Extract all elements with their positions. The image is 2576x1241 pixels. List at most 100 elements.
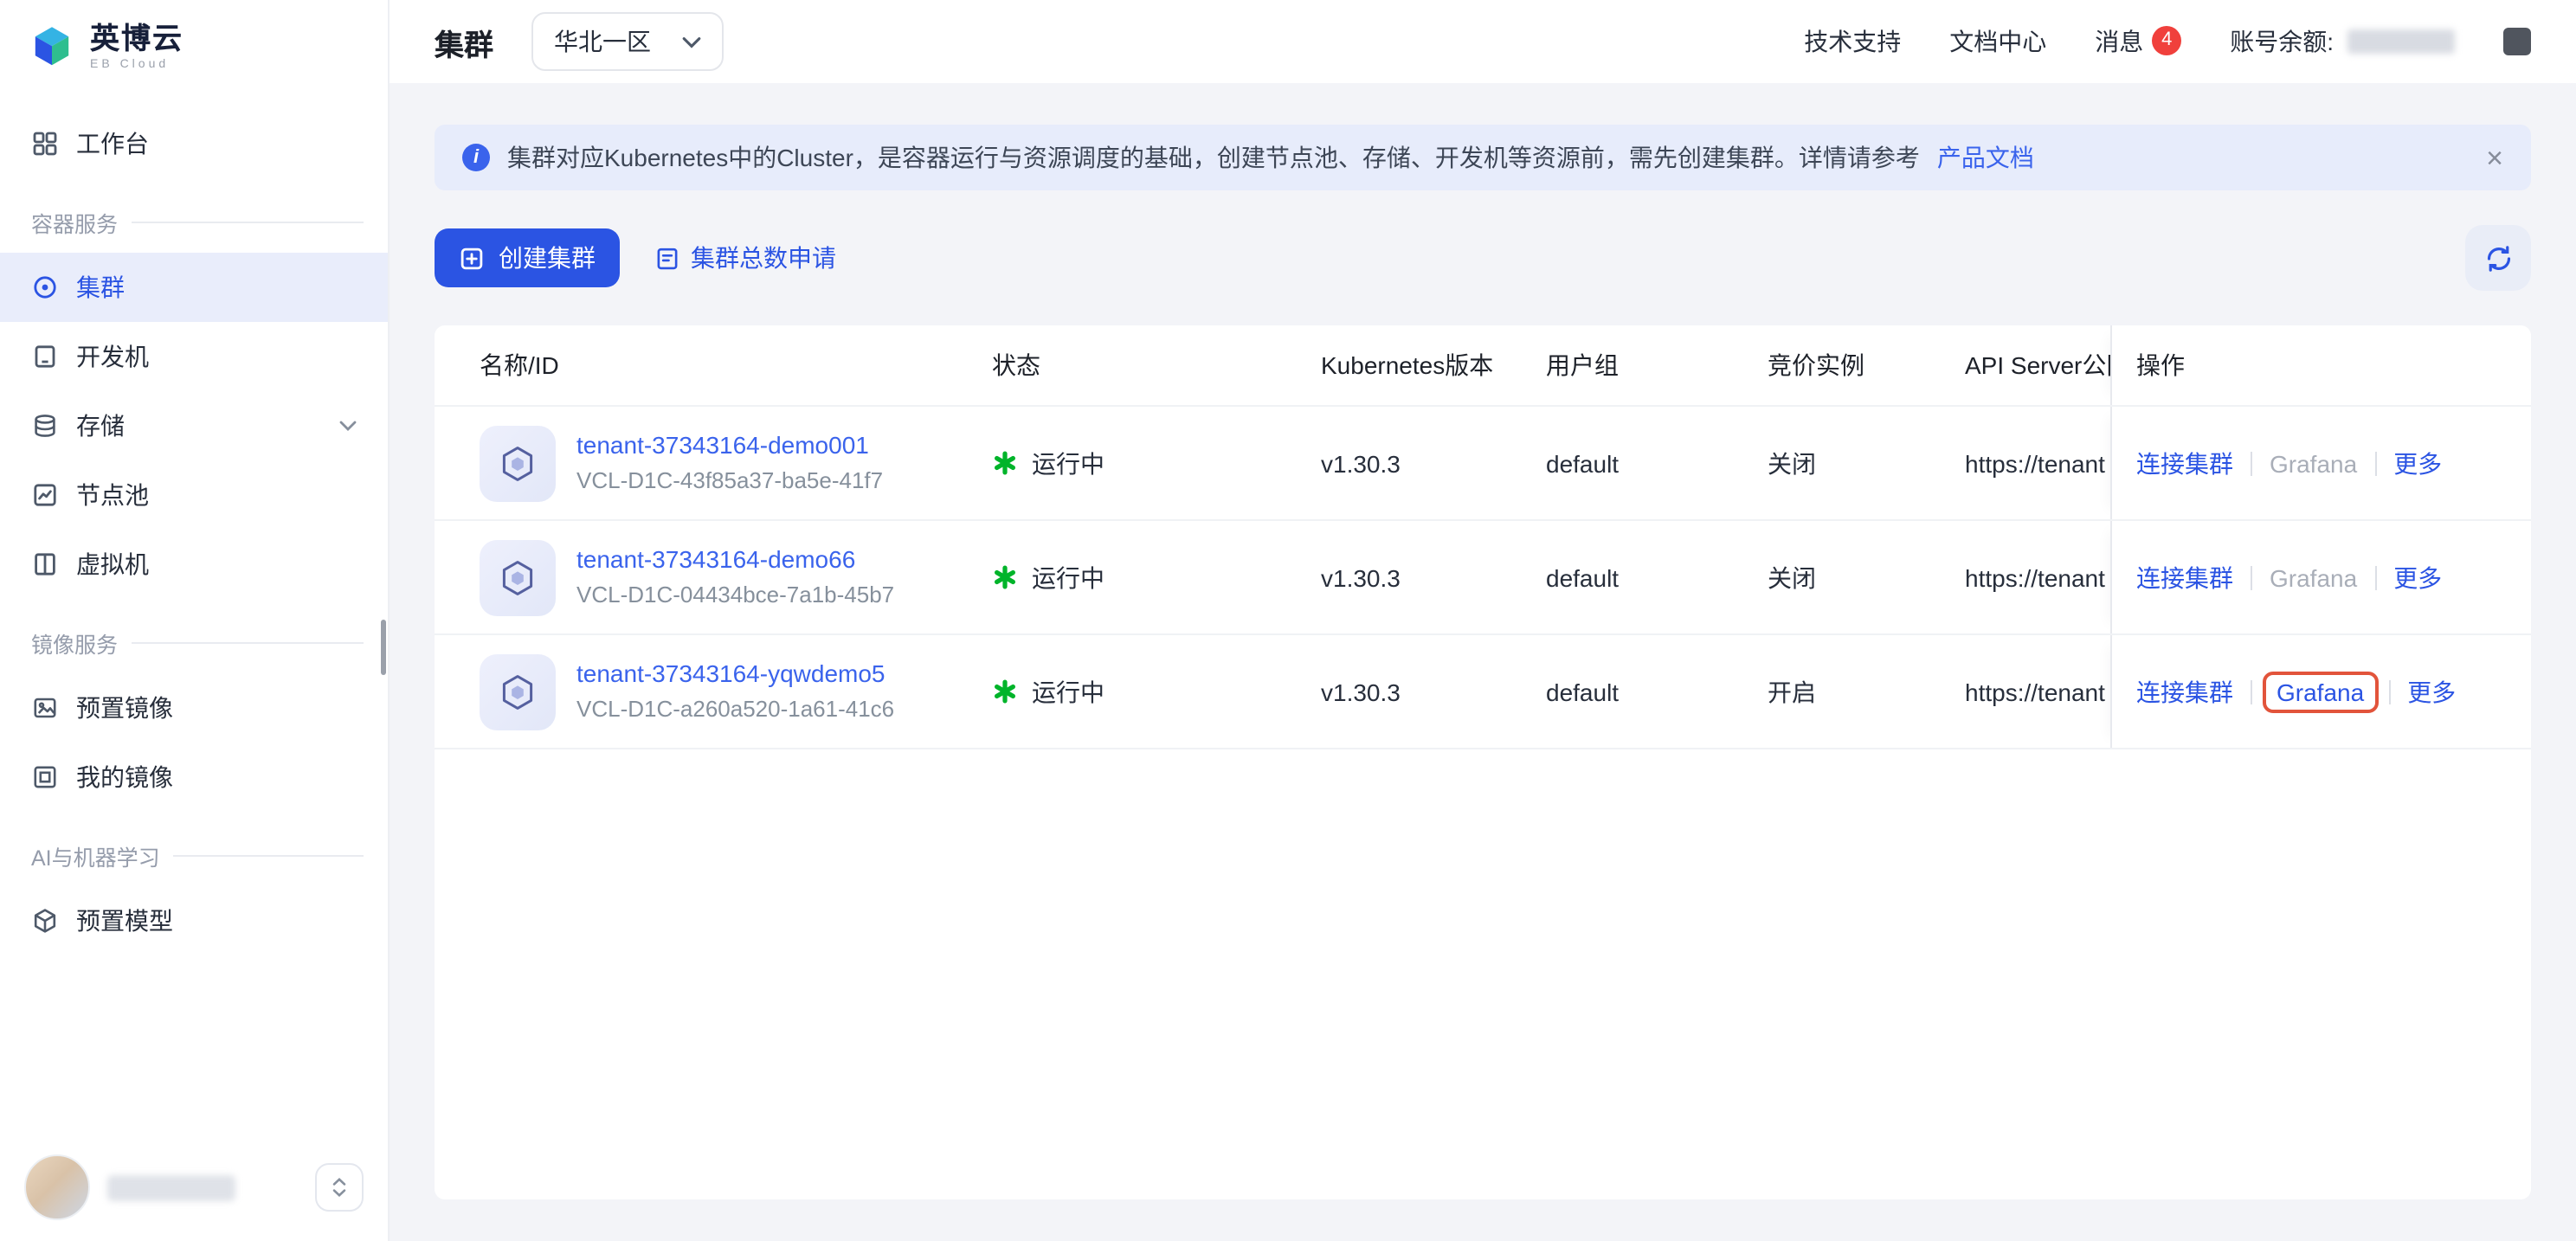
sidebar-item-preset-models[interactable]: 预置模型: [0, 886, 388, 955]
sidebar-item-label: 预置模型: [76, 903, 173, 938]
content: i 集群对应Kubernetes中的Cluster，是容器运行与资源调度的基础，…: [390, 83, 2576, 1241]
app-root: 英博云 EB Cloud 工作台 容器服务: [0, 0, 2576, 1241]
banner-text: 集群对应Kubernetes中的Cluster，是容器运行与资源调度的基础，创建…: [507, 140, 1920, 175]
divider: [2251, 679, 2252, 704]
sidebar-nav: 工作台 容器服务 集群 开发机: [0, 88, 388, 1241]
sidebar-item-label: 开发机: [76, 339, 149, 374]
cluster-table: 名称/ID 状态 Kubernetes版本 用户组 竞价实例 API Serve…: [435, 325, 2531, 1199]
sidebar: 英博云 EB Cloud 工作台 容器服务: [0, 0, 390, 1241]
sidebar-user-area: [0, 1134, 388, 1241]
cluster-id: VCL-D1C-43f85a37-ba5e-41f7: [576, 466, 883, 495]
status-running-icon: [992, 564, 1018, 590]
cluster-name-link[interactable]: tenant-37343164-demo66: [576, 545, 894, 575]
corner-avatar[interactable]: [2503, 28, 2531, 55]
col-header-ops: 操作: [2110, 325, 2531, 405]
col-header-version: Kubernetes版本: [1321, 348, 1546, 383]
divider: [2251, 451, 2252, 475]
sidebar-item-vm[interactable]: 虚拟机: [0, 530, 388, 599]
sidebar-item-label: 我的镜像: [76, 760, 173, 794]
sidebar-item-label: 存储: [76, 408, 125, 443]
sidebar-item-label: 虚拟机: [76, 547, 149, 582]
main-area: 集群 华北一区 技术支持 文档中心 消息 4 账号余额:: [390, 0, 2576, 1241]
sidebar-section-ai: AI与机器学习: [0, 812, 388, 886]
col-header-status: 状态: [992, 348, 1321, 383]
status-text: 运行中: [1032, 674, 1104, 709]
api-server-url: https://tenant: [1965, 449, 2110, 477]
more-link[interactable]: 更多: [2393, 560, 2442, 595]
status-running-icon: [992, 678, 1018, 704]
create-cluster-label: 创建集群: [499, 241, 596, 275]
user-group: default: [1546, 563, 1768, 591]
topbar: 集群 华北一区 技术支持 文档中心 消息 4 账号余额:: [390, 0, 2576, 83]
user-avatar[interactable]: [24, 1154, 90, 1220]
cluster-quota-button[interactable]: 集群总数申请: [654, 241, 836, 275]
col-header-api: API Server公网: [1965, 348, 2110, 383]
server-icon: [31, 550, 59, 578]
row-actions: 连接集群 Grafana 更多: [2110, 407, 2531, 519]
create-cluster-button[interactable]: 创建集群: [435, 228, 620, 287]
sidebar-collapse-button[interactable]: [315, 1163, 364, 1212]
docs-link[interactable]: 文档中心: [1949, 24, 2046, 59]
notebook-icon: [31, 343, 59, 370]
message-count-badge: 4: [2152, 25, 2181, 55]
chevron-down-icon: [682, 35, 701, 48]
col-header-name: 名称/ID: [480, 348, 992, 383]
sidebar-scrollbar-thumb[interactable]: [381, 620, 386, 675]
connect-cluster-link[interactable]: 连接集群: [2136, 560, 2233, 595]
grafana-highlight-box: Grafana: [2263, 671, 2378, 712]
messages-link[interactable]: 消息 4: [2095, 24, 2181, 59]
connect-cluster-link[interactable]: 连接集群: [2136, 674, 2233, 709]
page-title: 集群: [435, 20, 493, 63]
region-select[interactable]: 华北一区: [531, 12, 724, 71]
cluster-icon: [480, 653, 556, 730]
col-header-spot: 竞价实例: [1768, 348, 1965, 383]
sidebar-item-clusters[interactable]: 集群: [0, 253, 388, 322]
col-header-group: 用户组: [1546, 348, 1768, 383]
table-header-row: 名称/ID 状态 Kubernetes版本 用户组 竞价实例 API Serve…: [435, 325, 2531, 407]
quota-doc-icon: [654, 245, 680, 271]
sidebar-section-container: 容器服务: [0, 178, 388, 253]
brand-subtitle: EB Cloud: [90, 58, 184, 70]
balance-label: 账号余额:: [2230, 24, 2334, 59]
sidebar-item-label: 节点池: [76, 478, 149, 512]
divider: [2388, 679, 2390, 704]
messages-label: 消息: [2095, 24, 2143, 59]
sidebar-item-workbench[interactable]: 工作台: [0, 109, 388, 178]
connect-cluster-link[interactable]: 连接集群: [2136, 446, 2233, 480]
sidebar-item-nodepool[interactable]: 节点池: [0, 460, 388, 530]
product-docs-link[interactable]: 产品文档: [1937, 140, 2034, 175]
cluster-icon: [480, 425, 556, 501]
balance-redacted: [2347, 29, 2455, 54]
grafana-link[interactable]: Grafana: [2277, 678, 2364, 705]
k8s-version: v1.30.3: [1321, 678, 1546, 705]
spot-instance: 关闭: [1768, 560, 1965, 595]
close-icon[interactable]: ×: [2486, 143, 2503, 172]
cluster-name-link[interactable]: tenant-37343164-yqwdemo5: [576, 659, 894, 690]
sidebar-item-devmachine[interactable]: 开发机: [0, 322, 388, 391]
cluster-quota-label: 集群总数申请: [691, 241, 836, 275]
status-text: 运行中: [1032, 446, 1104, 480]
support-link[interactable]: 技术支持: [1804, 24, 1901, 59]
image-stack-icon: [31, 763, 59, 791]
chart-box-icon: [31, 481, 59, 509]
divider: [2374, 565, 2376, 589]
more-link[interactable]: 更多: [2407, 674, 2456, 709]
toolbar: 创建集群 集群总数申请: [435, 225, 2531, 291]
status-running-icon: [992, 450, 1018, 476]
user-group: default: [1546, 678, 1768, 705]
sidebar-item-preset-images[interactable]: 预置镜像: [0, 673, 388, 743]
brand-name: 英博云: [90, 23, 184, 53]
status-text: 运行中: [1032, 560, 1104, 595]
cluster-id: VCL-D1C-a260a520-1a61-41c6: [576, 695, 894, 723]
refresh-button[interactable]: [2465, 225, 2531, 291]
cluster-name-link[interactable]: tenant-37343164-demo001: [576, 431, 883, 461]
sidebar-section-images: 镜像服务: [0, 599, 388, 673]
grafana-link: Grafana: [2270, 449, 2357, 477]
brand: 英博云 EB Cloud: [0, 0, 388, 88]
spot-instance: 开启: [1768, 674, 1965, 709]
grid-icon: [31, 130, 59, 158]
sidebar-item-label: 工作台: [76, 126, 149, 161]
sidebar-item-storage[interactable]: 存储: [0, 391, 388, 460]
more-link[interactable]: 更多: [2393, 446, 2442, 480]
sidebar-item-my-images[interactable]: 我的镜像: [0, 743, 388, 812]
